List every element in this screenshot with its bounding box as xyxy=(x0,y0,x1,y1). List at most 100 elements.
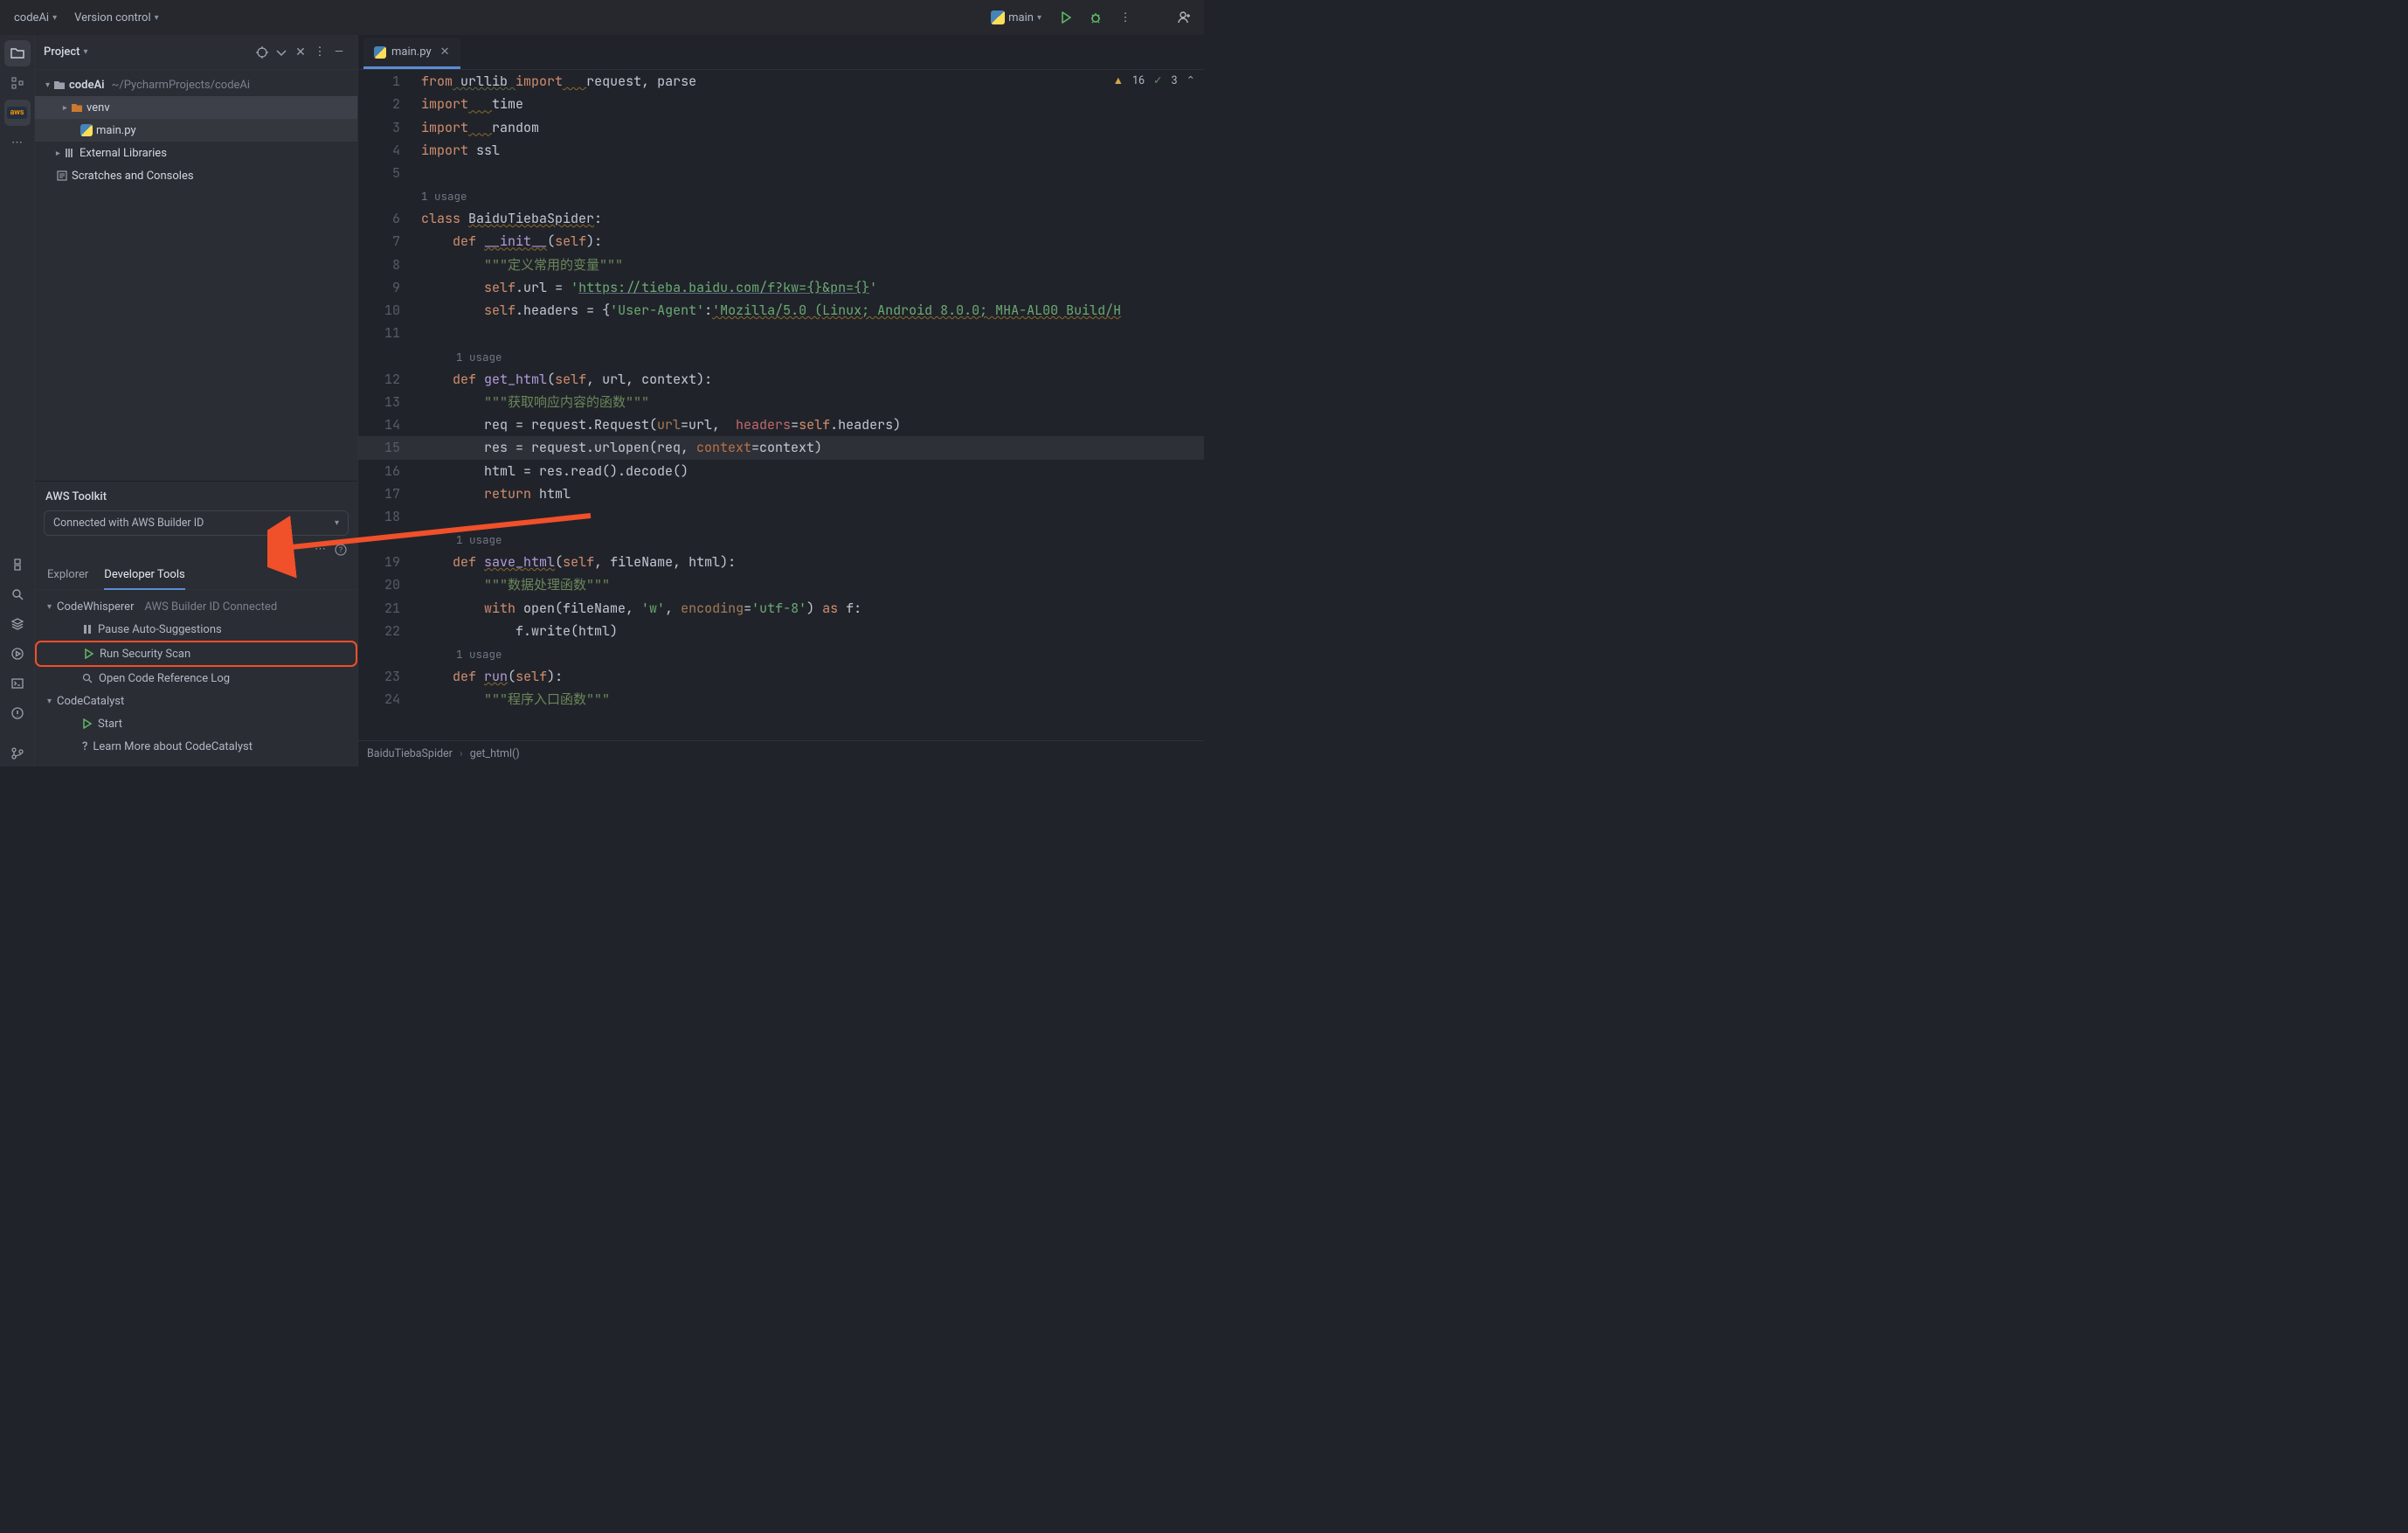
vertical-dots-icon: ⋮ xyxy=(1120,11,1131,24)
close-tab-button[interactable]: ✕ xyxy=(440,45,450,59)
minimize-panel-button[interactable]: — xyxy=(329,43,349,62)
weak-warning-count: 3 xyxy=(1171,74,1177,87)
run-security-scan-item[interactable]: Run Security Scan xyxy=(35,641,357,667)
editor-tab-main[interactable]: main.py ✕ xyxy=(363,38,460,69)
play-icon xyxy=(84,649,94,659)
chevron-down-icon: ▾ xyxy=(83,47,87,57)
aws-icon: aws xyxy=(7,107,26,119)
tree-venv-folder[interactable]: ▾ venv xyxy=(35,96,357,119)
services-button[interactable] xyxy=(4,611,31,637)
layers-icon xyxy=(10,617,24,631)
minimize-icon: — xyxy=(335,45,343,59)
close-icon: ✕ xyxy=(295,45,306,59)
aws-more-button[interactable]: ⋯ xyxy=(315,543,326,556)
editor-tab-strip: main.py ✕ xyxy=(358,35,1204,70)
python-icon xyxy=(10,558,24,572)
aws-connection-selector[interactable]: Connected with AWS Builder ID ▾ xyxy=(44,510,349,536)
run-tool-button[interactable] xyxy=(4,641,31,667)
chevron-down-icon: ▾ xyxy=(47,602,52,612)
tree-root-project[interactable]: ▾ codeAi ~/PycharmProjects/codeAi xyxy=(35,73,357,96)
more-options-button[interactable]: ⋮ xyxy=(1113,5,1138,30)
project-panel-header: Project ▾ ✕ ⋮ — xyxy=(35,35,357,70)
structure-icon xyxy=(10,76,24,90)
aws-tabs: Explorer Developer Tools xyxy=(35,561,357,590)
code-editor[interactable]: ▲16 ✓3 ⌃ 1from urllib import request, pa… xyxy=(358,70,1204,740)
git-tool-button[interactable] xyxy=(4,740,31,766)
breadcrumb-sep-icon: › xyxy=(460,747,463,760)
codecatalyst-start-item[interactable]: Start xyxy=(35,712,357,735)
codecatalyst-start-label: Start xyxy=(98,718,122,731)
terminal-icon xyxy=(10,676,24,690)
person-add-icon xyxy=(1177,10,1193,25)
warning-circle-icon xyxy=(10,706,24,720)
venv-label: venv xyxy=(86,101,110,114)
structure-tool-button[interactable] xyxy=(4,70,31,96)
more-tool-button[interactable]: ⋯ xyxy=(4,129,31,156)
problems-tool-button[interactable] xyxy=(4,700,31,726)
bug-icon xyxy=(1089,10,1103,24)
run-config-selector[interactable]: main ▾ xyxy=(984,7,1048,28)
terminal-tool-button[interactable] xyxy=(4,670,31,697)
codewhisperer-node[interactable]: ▾ CodeWhisperer AWS Builder ID Connected xyxy=(35,595,357,618)
project-root-label: codeAi xyxy=(69,79,105,92)
project-tool-button[interactable] xyxy=(4,40,31,66)
vertical-dots-icon: ⋮ xyxy=(315,45,326,59)
project-dropdown[interactable]: codeAi ▾ xyxy=(7,8,64,28)
python-console-button[interactable] xyxy=(4,551,31,578)
project-panel-title-label: Project xyxy=(44,45,80,59)
select-opened-file-button[interactable] xyxy=(253,43,272,62)
breadcrumb-method[interactable]: get_html() xyxy=(470,747,520,760)
play-circle-icon xyxy=(10,647,24,661)
editor-area: main.py ✕ ▲16 ✓3 ⌃ 1from urllib import r… xyxy=(358,35,1204,766)
chevron-right-icon: ▾ xyxy=(53,150,63,155)
git-branch-icon xyxy=(10,746,24,760)
play-icon xyxy=(82,718,93,729)
vcs-dropdown[interactable]: Version control ▾ xyxy=(67,8,166,28)
open-reference-log-item[interactable]: Open Code Reference Log xyxy=(35,667,357,690)
folder-icon xyxy=(10,45,25,61)
svg-text:?: ? xyxy=(339,546,343,555)
python-file-icon xyxy=(374,46,386,59)
collaborators-button[interactable] xyxy=(1173,5,1197,30)
breadcrumb-class[interactable]: BaiduTiebaSpider xyxy=(367,747,453,760)
code-table: 1from urllib import request, parse2impor… xyxy=(358,70,1204,711)
tree-scratches[interactable]: Scratches and Consoles xyxy=(35,164,357,187)
library-icon xyxy=(64,147,76,159)
tree-file-main[interactable]: main.py xyxy=(35,119,357,142)
horizontal-dots-icon: ⋯ xyxy=(11,136,23,149)
chevron-right-icon: ▾ xyxy=(60,105,70,109)
left-tool-rail: aws ⋯ xyxy=(0,35,35,766)
codewhisperer-status: AWS Builder ID Connected xyxy=(144,600,277,614)
project-root-path: ~/PycharmProjects/codeAi xyxy=(112,79,251,92)
scratches-icon xyxy=(56,170,68,182)
aws-tab-explorer[interactable]: Explorer xyxy=(47,561,88,589)
search-q-icon xyxy=(10,587,24,601)
search-console-button[interactable] xyxy=(4,581,31,607)
editor-tab-label: main.py xyxy=(391,45,432,59)
aws-help-button[interactable]: ? xyxy=(335,544,347,556)
pause-suggestions-item[interactable]: Pause Auto-Suggestions xyxy=(35,618,357,641)
codecatalyst-learn-item[interactable]: ? Learn More about CodeCatalyst xyxy=(35,735,357,758)
collapse-all-button[interactable]: ✕ xyxy=(291,43,310,62)
collapse-icon: ⌃ xyxy=(1187,73,1195,87)
question-icon: ? xyxy=(82,740,87,753)
aws-toolkit-tool-button[interactable]: aws xyxy=(4,100,31,126)
inspections-widget[interactable]: ▲16 ✓3 ⌃ xyxy=(1113,73,1195,87)
project-tree: ▾ codeAi ~/PycharmProjects/codeAi ▾ venv… xyxy=(35,70,357,191)
run-button[interactable] xyxy=(1054,5,1078,30)
weak-warning-icon: ✓ xyxy=(1153,73,1162,87)
project-panel-title[interactable]: Project ▾ xyxy=(44,45,87,59)
scratches-label: Scratches and Consoles xyxy=(72,170,194,183)
tree-external-libraries[interactable]: ▾ External Libraries xyxy=(35,142,357,164)
help-icon: ? xyxy=(335,544,347,556)
chevron-down-icon: ▾ xyxy=(1037,13,1041,23)
open-reference-log-label: Open Code Reference Log xyxy=(99,672,230,685)
expand-all-button[interactable] xyxy=(272,43,291,62)
debug-button[interactable] xyxy=(1083,5,1108,30)
project-dropdown-label: codeAi xyxy=(14,11,49,24)
target-icon xyxy=(255,45,269,59)
codecatalyst-node[interactable]: ▾ CodeCatalyst xyxy=(35,690,357,712)
pause-icon xyxy=(82,624,93,635)
aws-tab-devtools[interactable]: Developer Tools xyxy=(104,561,184,590)
panel-options-button[interactable]: ⋮ xyxy=(310,43,329,62)
